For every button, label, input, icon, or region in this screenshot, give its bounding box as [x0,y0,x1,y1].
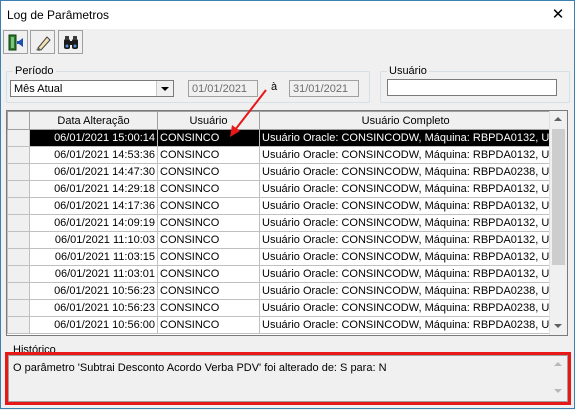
annotation-overlay [230,89,267,137]
historico-text: O parâmetro 'Subtrai Desconto Acordo Ver… [13,362,387,374]
historico-scrollbar[interactable] [550,358,565,399]
red-arrow-line [234,89,267,131]
historico-box: O parâmetro 'Subtrai Desconto Acordo Ver… [8,355,568,402]
log-parametros-window: Log de Parâmetros ✕ Período Mês Atual 01… [0,0,575,409]
